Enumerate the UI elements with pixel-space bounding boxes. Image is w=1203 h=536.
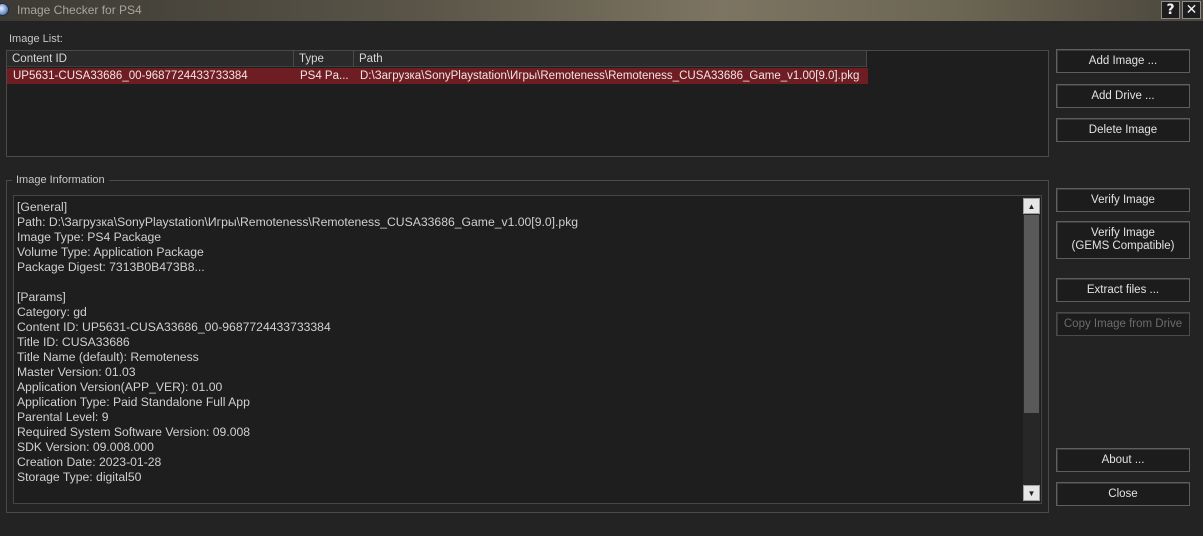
title-bar[interactable]: Image Checker for PS4 ? ✕ [0,0,1203,21]
scroll-up-icon[interactable]: ▲ [1023,198,1040,214]
scroll-down-icon[interactable]: ▼ [1023,485,1040,501]
image-list[interactable]: Content ID Type Path UP5631-CUSA33686_00… [6,50,1049,157]
close-window-button[interactable]: ✕ [1182,1,1201,19]
image-information-text[interactable]: [General] Path: D:\Загрузка\SonyPlaystati… [13,195,1042,504]
column-header-content-id[interactable]: Content ID [7,51,294,67]
scroll-thumb[interactable] [1024,215,1039,413]
info-line: [General] [17,200,68,214]
info-line: Title ID: CUSA33686 [17,335,130,349]
delete-image-button[interactable]: Delete Image [1056,118,1190,142]
add-drive-button[interactable]: Add Drive ... [1056,84,1190,108]
cell-content-id: UP5631-CUSA33686_00-9687724433733384 [13,70,248,82]
info-line: Master Version: 01.03 [17,365,136,379]
info-line: Content ID: UP5631-CUSA33686_00-96877244… [17,320,331,334]
window-title: Image Checker for PS4 [17,3,142,17]
info-line: Image Type: PS4 Package [17,230,162,244]
info-line: Package Digest: 7313B0B473B8... [17,260,205,274]
column-header-type[interactable]: Type [294,51,354,67]
cell-path: D:\Загрузка\SonyPlaystation\Игры\Remoten… [360,70,860,82]
about-button[interactable]: About ... [1056,448,1190,472]
info-line: Application Version(APP_VER): 01.00 [17,380,223,394]
copy-image-from-drive-button[interactable]: Copy Image from Drive [1056,312,1190,336]
info-line: Required System Software Version: 09.008 [17,425,251,439]
info-line: Title Name (default): Remoteness [17,350,199,364]
image-information-label: Image Information [12,174,109,186]
verify-image-gems-button[interactable]: Verify Image (GEMS Compatible) [1056,221,1190,259]
table-row[interactable]: UP5631-CUSA33686_00-9687724433733384 PS4… [7,68,868,84]
extract-files-button[interactable]: Extract files ... [1056,278,1190,302]
info-line: Path: D:\Загрузка\SonyPlaystation\Игры\R… [17,215,579,229]
vertical-scrollbar[interactable]: ▲ ▼ [1023,197,1040,502]
info-line: [Params] [17,290,66,304]
info-lines: [General] Path: D:\Загрузка\SonyPlaystati… [17,200,1017,485]
app-icon [0,3,9,16]
close-button[interactable]: Close [1056,482,1190,506]
info-line: Creation Date: 2023-01-28 [17,455,162,469]
main-window: Image Checker for PS4 ? ✕ Image List: Co… [0,0,1203,536]
info-line [17,275,1017,290]
info-line: Category: gd [17,305,87,319]
verify-image-gems-line1: Verify Image [1091,227,1155,239]
help-button[interactable]: ? [1161,1,1180,19]
image-list-label: Image List: [9,33,63,45]
info-line: Parental Level: 9 [17,410,109,424]
verify-image-gems-line2: (GEMS Compatible) [1071,240,1175,252]
info-line: Application Type: Paid Standalone Full A… [17,395,250,409]
image-list-header: Content ID Type Path [7,51,867,67]
verify-image-button[interactable]: Verify Image [1056,188,1190,212]
cell-type: PS4 Pa... [300,70,349,82]
info-line: Volume Type: Application Package [17,245,204,259]
info-line: Storage Type: digital50 [17,470,142,484]
add-image-button[interactable]: Add Image ... [1056,49,1190,73]
column-header-path[interactable]: Path [354,51,867,67]
info-line: SDK Version: 09.008.000 [17,440,154,454]
